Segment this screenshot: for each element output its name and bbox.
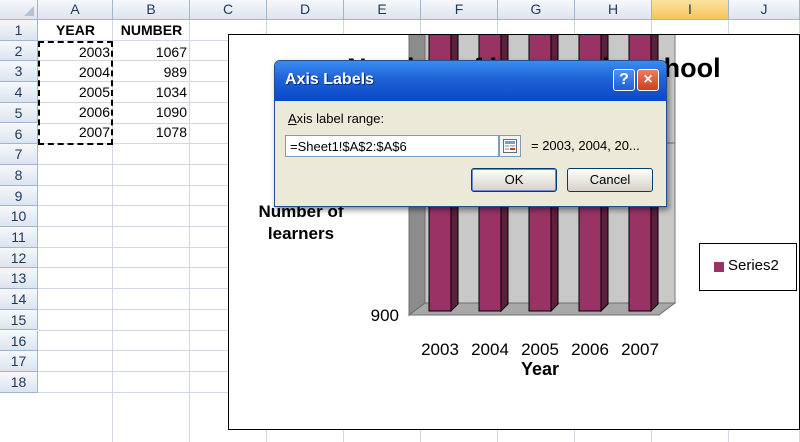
select-all-icon bbox=[24, 6, 34, 16]
row-header-1[interactable]: 1 bbox=[0, 20, 38, 41]
row-header-10[interactable]: 10 bbox=[0, 206, 38, 227]
row-header-15[interactable]: 15 bbox=[0, 309, 38, 331]
legend-swatch bbox=[714, 262, 724, 272]
x-tick-label: 2004 bbox=[471, 340, 509, 359]
cell-a1[interactable]: YEAR bbox=[38, 20, 113, 40]
column-header-j[interactable]: J bbox=[729, 0, 800, 20]
column-header-f[interactable]: F bbox=[421, 0, 498, 20]
cell-b1[interactable]: NUMBER bbox=[113, 20, 190, 40]
row-header-2[interactable]: 2 bbox=[0, 40, 38, 62]
range-select-icon bbox=[503, 139, 517, 153]
axis-label-range-label: Axis label range: bbox=[288, 111, 384, 126]
x-tick-label: 2007 bbox=[621, 340, 659, 359]
legend-series-label: Series2 bbox=[728, 257, 779, 274]
select-all-corner[interactable] bbox=[0, 0, 38, 20]
cell-b3[interactable]: 989 bbox=[113, 62, 190, 82]
column-header-g[interactable]: G bbox=[498, 0, 575, 20]
help-button[interactable]: ? bbox=[613, 69, 635, 91]
row-header-8[interactable]: 8 bbox=[0, 164, 38, 186]
row-header-5[interactable]: 5 bbox=[0, 102, 38, 124]
x-axis-title: Year bbox=[521, 359, 559, 379]
row-header-7[interactable]: 7 bbox=[0, 144, 38, 165]
cell-b6[interactable]: 1078 bbox=[113, 122, 190, 142]
row-header-3[interactable]: 3 bbox=[0, 61, 38, 83]
row-header-17[interactable]: 17 bbox=[0, 351, 38, 372]
x-tick-label: 2005 bbox=[521, 340, 559, 359]
field-label-text: xis label range: bbox=[296, 111, 385, 126]
row-header-12[interactable]: 12 bbox=[0, 247, 38, 269]
column-header-c[interactable]: C bbox=[190, 0, 267, 20]
row-header-14[interactable]: 14 bbox=[0, 289, 38, 310]
row-header-16[interactable]: 16 bbox=[0, 330, 38, 352]
row-header-18[interactable]: 18 bbox=[0, 371, 38, 393]
axis-label-range-input[interactable] bbox=[285, 135, 499, 157]
y-axis-title-line2: learners bbox=[268, 224, 334, 243]
column-header-e[interactable]: E bbox=[344, 0, 421, 20]
axis-labels-dialog[interactable]: Axis Labels ? × Axis label range: = 2003… bbox=[274, 60, 667, 207]
field-label-accelerator: A bbox=[288, 111, 297, 126]
column-header-b[interactable]: B bbox=[113, 0, 190, 20]
close-button[interactable]: × bbox=[637, 69, 659, 91]
collapse-dialog-button[interactable] bbox=[499, 135, 521, 157]
range-preview-text: = 2003, 2004, 20... bbox=[531, 138, 640, 153]
cell-b4[interactable]: 1034 bbox=[113, 82, 190, 102]
column-header-a[interactable]: A bbox=[38, 0, 113, 20]
dialog-title: Axis Labels bbox=[285, 71, 374, 88]
cancel-button[interactable]: Cancel bbox=[567, 168, 653, 192]
row-header-13[interactable]: 13 bbox=[0, 268, 38, 290]
x-tick-label: 2003 bbox=[421, 340, 459, 359]
x-tick-label: 2006 bbox=[571, 340, 609, 359]
column-header-h[interactable]: H bbox=[575, 0, 652, 20]
dialog-titlebar[interactable]: Axis Labels ? × bbox=[275, 61, 666, 101]
row-header-11[interactable]: 11 bbox=[0, 227, 38, 248]
chart-legend[interactable]: Series2 bbox=[699, 243, 797, 291]
row-header-4[interactable]: 4 bbox=[0, 82, 38, 103]
y-tick-label: 900 bbox=[371, 306, 399, 325]
column-header-i[interactable]: I bbox=[652, 0, 729, 20]
row-header-9[interactable]: 9 bbox=[0, 185, 38, 207]
cell-b2[interactable]: 1067 bbox=[113, 42, 190, 62]
column-header-d[interactable]: D bbox=[267, 0, 344, 20]
cell-b5[interactable]: 1090 bbox=[113, 102, 190, 122]
row-header-6[interactable]: 6 bbox=[0, 123, 38, 145]
ok-button[interactable]: OK bbox=[471, 168, 557, 192]
copy-marquee-selection bbox=[38, 41, 113, 145]
